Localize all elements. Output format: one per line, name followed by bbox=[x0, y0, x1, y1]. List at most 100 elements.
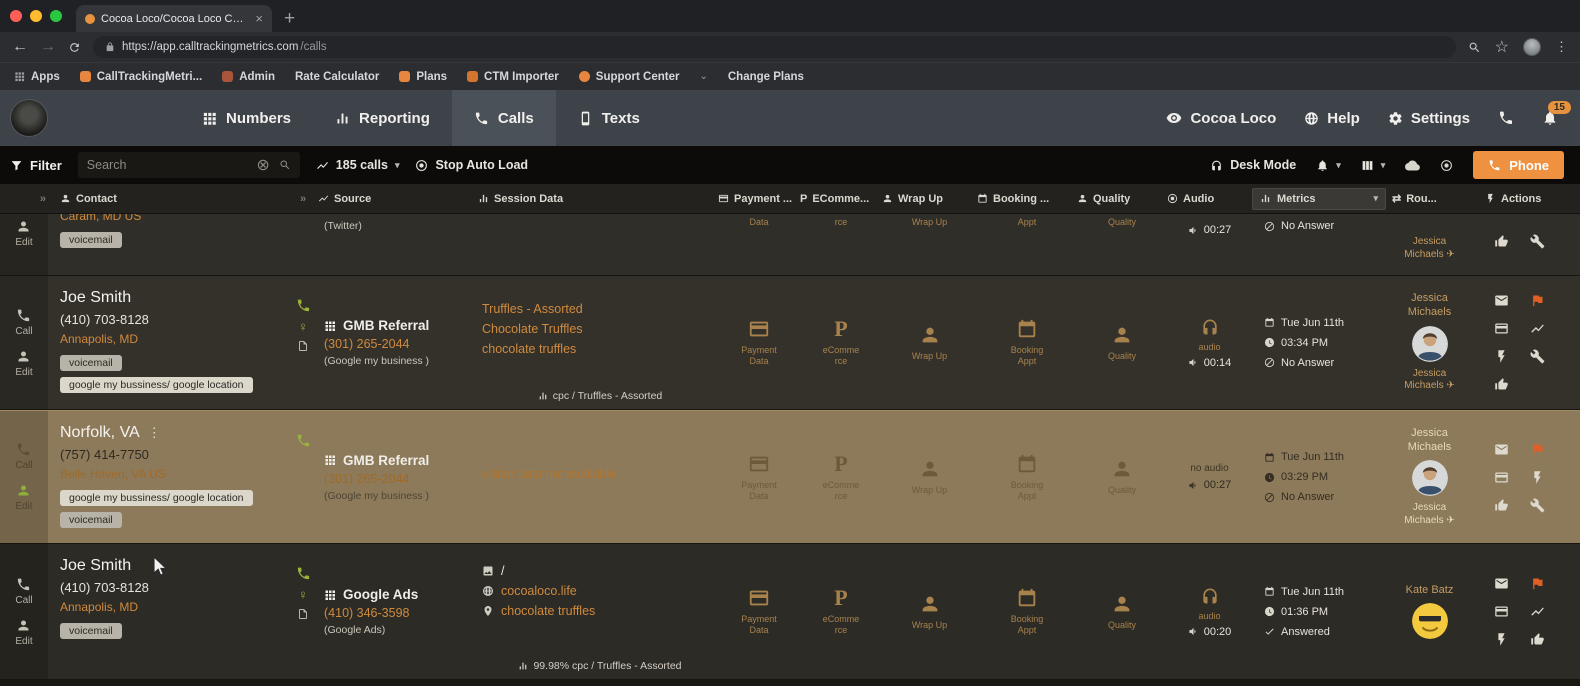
header-actions[interactable]: Actions bbox=[1467, 193, 1580, 205]
header-ecommerce[interactable]: P EComme... bbox=[800, 193, 882, 205]
calls-count-dropdown[interactable]: 185 calls ▾ bbox=[316, 158, 399, 172]
session-keyword[interactable]: Chocolate Truffles bbox=[482, 322, 718, 336]
bookmark-rate-calculator[interactable]: Rate Calculator bbox=[295, 71, 379, 83]
bookmark-support-center[interactable]: Support Center bbox=[578, 71, 679, 83]
bookmark-plans[interactable]: Plans bbox=[399, 71, 447, 83]
bolt-action-icon[interactable] bbox=[1494, 632, 1509, 647]
bookmark-admin[interactable]: Admin bbox=[222, 71, 275, 83]
speaker-icon[interactable] bbox=[1188, 626, 1199, 637]
tag-voicemail[interactable]: voicemail bbox=[60, 512, 122, 528]
booking-cell[interactable]: Booking Appt bbox=[977, 276, 1077, 409]
session-keyword[interactable]: chocolate truffles bbox=[482, 342, 718, 356]
call-row[interactable]: Call Edit Joe Smith (410) 703-8128 Annap… bbox=[0, 276, 1580, 410]
agent-secondary[interactable]: Jessica Michaels ✈ bbox=[1392, 502, 1467, 527]
email-action-icon[interactable] bbox=[1494, 576, 1509, 591]
thumbs-up-icon[interactable] bbox=[1494, 234, 1509, 249]
call-row[interactable]: Call Edit Joe Smith (410) 703-8128 Annap… bbox=[0, 544, 1580, 680]
nav-tab-texts[interactable]: Texts bbox=[556, 90, 662, 146]
tag-voicemail[interactable]: voicemail bbox=[60, 355, 122, 371]
edit-button[interactable]: Edit bbox=[15, 483, 33, 512]
nav-tab-reporting[interactable]: Reporting bbox=[313, 90, 452, 146]
card-action-icon[interactable] bbox=[1494, 321, 1509, 336]
bolt-action-icon[interactable] bbox=[1494, 349, 1509, 364]
header-source[interactable]: Source bbox=[318, 193, 478, 205]
nav-tab-numbers[interactable]: Numbers bbox=[180, 90, 313, 146]
call-button[interactable]: Call bbox=[15, 308, 33, 337]
window-minimize-button[interactable] bbox=[30, 10, 42, 22]
agent-name[interactable]: Kate Batz bbox=[1406, 584, 1454, 598]
agent-secondary[interactable]: Jessica Michaels ✈ bbox=[1392, 368, 1467, 393]
window-close-button[interactable] bbox=[10, 10, 22, 22]
payment-data-cell[interactable]: Payment Data bbox=[718, 544, 800, 679]
bookmark-calltrackingmetrics[interactable]: CallTrackingMetri... bbox=[79, 71, 202, 83]
tab-close-icon[interactable]: × bbox=[255, 12, 263, 25]
source-name[interactable]: GMB Referral bbox=[343, 453, 429, 468]
wrench-action-icon[interactable] bbox=[1530, 234, 1545, 249]
search-input[interactable] bbox=[86, 158, 248, 172]
payment-data-cell[interactable]: Payment Data bbox=[718, 276, 800, 409]
phone-button[interactable]: Phone bbox=[1473, 151, 1564, 179]
alerts-dropdown[interactable]: ▾ bbox=[1316, 159, 1341, 172]
notifications-button[interactable]: 15 bbox=[1542, 101, 1571, 126]
ecommerce-cell[interactable]: PeComme rce bbox=[800, 411, 882, 543]
agent-name[interactable]: Jessica Michaels bbox=[1392, 292, 1467, 320]
thumbs-up-icon[interactable] bbox=[1494, 498, 1509, 513]
tag-voicemail[interactable]: voicemail bbox=[60, 232, 122, 248]
ecommerce-cell[interactable]: PeComme rce bbox=[800, 276, 882, 409]
wrench-action-icon[interactable] bbox=[1530, 498, 1545, 513]
columns-dropdown[interactable]: ▾ bbox=[1361, 159, 1385, 172]
agent-avatar[interactable] bbox=[1411, 460, 1448, 497]
edit-button[interactable]: Edit bbox=[15, 219, 33, 248]
nav-tab-calls[interactable]: Calls bbox=[451, 90, 556, 146]
row-menu-icon[interactable]: ⋮ bbox=[148, 425, 161, 441]
agent-avatar[interactable] bbox=[1411, 603, 1448, 640]
session-keyword[interactable]: chocolate truffles bbox=[501, 604, 595, 618]
browser-menu-icon[interactable]: ⋮ bbox=[1555, 39, 1568, 55]
tag-voicemail[interactable]: voicemail bbox=[60, 623, 122, 639]
speaker-icon[interactable] bbox=[1188, 480, 1199, 491]
search-icon[interactable] bbox=[279, 159, 291, 171]
bookmark-apps[interactable]: Apps bbox=[14, 71, 60, 83]
agent-name[interactable]: Jessica Michaels bbox=[1392, 427, 1467, 455]
address-bar[interactable]: https://app.calltrackingmetrics.com /cal… bbox=[93, 36, 1456, 58]
search-box[interactable]: ⊗ bbox=[77, 152, 300, 178]
header-session-data[interactable]: Session Data bbox=[478, 193, 718, 205]
record-icon[interactable] bbox=[1440, 159, 1453, 172]
card-action-icon[interactable] bbox=[1494, 470, 1509, 485]
thumbs-up-icon[interactable] bbox=[1530, 632, 1545, 647]
wrapup-cell[interactable]: Wrap Up bbox=[882, 276, 977, 409]
quality-cell[interactable]: Quality bbox=[1077, 544, 1167, 679]
session-site[interactable]: cocoaloco.life bbox=[501, 584, 577, 598]
audio-cell[interactable]: 00:27 bbox=[1167, 214, 1252, 275]
email-action-icon[interactable] bbox=[1494, 293, 1509, 308]
source-name[interactable]: Google Ads bbox=[343, 587, 418, 602]
bookmark-ctm-importer[interactable]: CTM Importer bbox=[467, 71, 559, 83]
new-tab-button[interactable]: + bbox=[284, 9, 295, 28]
wrapup-cell[interactable]: Wrap Up bbox=[882, 411, 977, 543]
card-action-icon[interactable] bbox=[1494, 604, 1509, 619]
flag-icon[interactable] bbox=[1530, 576, 1545, 591]
bookmark-change-plans[interactable]: Change Plans bbox=[728, 71, 804, 83]
reload-icon[interactable] bbox=[68, 41, 81, 54]
contact-name[interactable]: Norfolk, VA bbox=[60, 424, 140, 442]
call-button[interactable]: Call bbox=[15, 442, 33, 471]
header-wrapup[interactable]: Wrap Up bbox=[882, 193, 977, 205]
booking-cell[interactable]: Appt bbox=[977, 214, 1077, 275]
audio-cell[interactable]: no audio 00:27 bbox=[1167, 411, 1252, 543]
speaker-icon[interactable] bbox=[1188, 225, 1199, 236]
header-booking[interactable]: Booking ... bbox=[977, 193, 1077, 205]
contact-name[interactable]: Joe Smith bbox=[60, 289, 131, 307]
forward-icon[interactable]: → bbox=[40, 38, 56, 56]
bookmarks-overflow-icon[interactable]: ⌄ bbox=[699, 71, 707, 82]
browser-tab[interactable]: Cocoa Loco/Cocoa Loco Call L × bbox=[76, 5, 272, 32]
booking-cell[interactable]: Booking Appt bbox=[977, 411, 1077, 543]
ecommerce-cell[interactable]: PeComme rce bbox=[800, 544, 882, 679]
header-quality[interactable]: Quality bbox=[1077, 193, 1167, 205]
speaker-icon[interactable] bbox=[1188, 357, 1199, 368]
call-button[interactable]: Call bbox=[15, 577, 33, 606]
source-number[interactable]: (301) 265-2044 bbox=[324, 337, 478, 351]
contact-location[interactable]: Belle Haven, VA US bbox=[60, 467, 166, 481]
audio-cell[interactable]: audio 00:14 bbox=[1167, 276, 1252, 409]
wrench-action-icon[interactable] bbox=[1530, 349, 1545, 364]
contact-location[interactable]: Annapolis, MD bbox=[60, 600, 138, 614]
